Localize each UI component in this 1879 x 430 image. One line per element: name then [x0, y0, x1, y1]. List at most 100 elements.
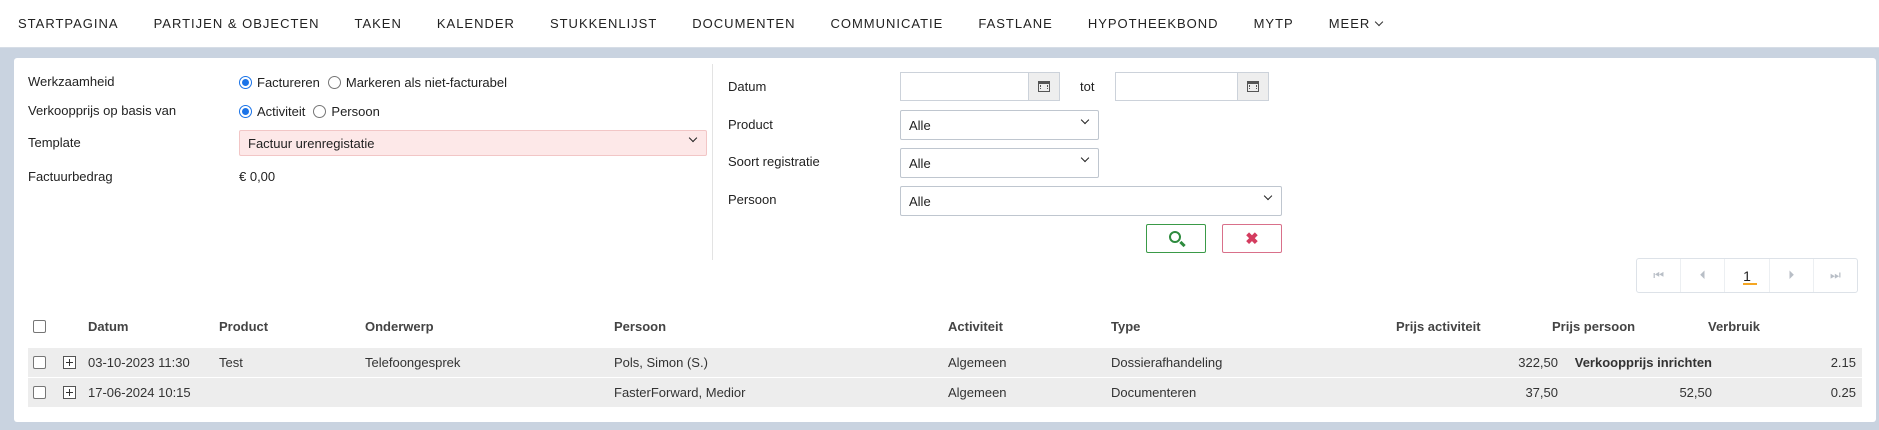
header-datum[interactable]: Datum [88, 308, 128, 344]
close-icon: ✖ [1245, 230, 1259, 248]
radio-factureren[interactable] [239, 76, 252, 89]
datum-from-calendar-button[interactable] [1028, 73, 1059, 100]
cell-product: Test [219, 355, 243, 370]
row-select-cell [33, 378, 46, 407]
persoon-select[interactable]: Alle [900, 186, 1282, 216]
calendar-icon [1038, 81, 1050, 92]
calendar-icon [1247, 81, 1259, 92]
nav-kalender[interactable]: KALENDER [437, 16, 515, 31]
cell-verbruik: 2.15 [1830, 355, 1856, 370]
cell-type: Dossierafhandeling [1111, 355, 1223, 370]
radio-activiteit-label[interactable]: Activiteit [257, 104, 305, 119]
first-page-button[interactable]: ⏮ [1637, 259, 1682, 292]
radio-persoon[interactable] [313, 105, 327, 118]
nav-meer-label: MEER [1328, 16, 1371, 31]
datum-from-field[interactable] [901, 73, 1028, 100]
cell-verbruik: 0.25 [1830, 385, 1856, 400]
chevron-down-icon [688, 133, 698, 143]
persoon-filter-label: Persoon [728, 192, 777, 207]
werkzaamheid-label: Werkzaamheid [28, 74, 115, 89]
header-product[interactable]: Product [219, 308, 268, 344]
nav-stukkenlijst[interactable]: STUKKENLIJST [550, 16, 657, 31]
row-expand-cell [63, 378, 76, 407]
cell-type: Documenteren [1111, 385, 1197, 400]
main-panel: Werkzaamheid Factureren Markeren als nie… [14, 58, 1876, 422]
product-select-value: Alle [909, 117, 931, 133]
top-navigation: STARTPAGINA PARTIJEN & OBJECTEN TAKEN KA… [0, 0, 1879, 48]
table-row[interactable]: 03-10-2023 11:30 Test Telefoongesprek Po… [28, 348, 1862, 378]
pagination: ⏮ ⏴ 1 ⏵ ⏭ [1636, 258, 1858, 293]
row-checkbox[interactable] [33, 386, 46, 399]
product-label: Product [728, 117, 773, 132]
nav-taken[interactable]: TAKEN [354, 16, 401, 31]
soort-registratie-select-value: Alle [909, 155, 931, 171]
datum-label: Datum [728, 79, 767, 94]
radio-niet-facturabel-label[interactable]: Markeren als niet-facturabel [346, 75, 507, 90]
nav-mytp[interactable]: MYTP [1254, 16, 1294, 31]
header-prijs-persoon[interactable]: Prijs persoon [1552, 308, 1635, 344]
datum-to-input[interactable] [1115, 72, 1269, 101]
soort-registratie-label: Soort registratie [728, 154, 820, 169]
header-type[interactable]: Type [1111, 308, 1140, 344]
radio-activiteit[interactable] [239, 105, 252, 118]
last-page-button[interactable]: ⏭ [1814, 259, 1857, 292]
template-select[interactable]: Factuur urenregistatie [239, 130, 707, 156]
nav-fastlane[interactable]: FASTLANE [978, 16, 1052, 31]
factuurbedrag-label: Factuurbedrag [28, 169, 113, 184]
select-all-checkbox[interactable] [33, 319, 46, 333]
template-label: Template [28, 135, 81, 150]
chevron-down-icon [1375, 17, 1384, 26]
radio-factureren-label[interactable]: Factureren [257, 75, 320, 90]
chevron-down-icon [1080, 115, 1090, 125]
nav-documenten[interactable]: DOCUMENTEN [692, 16, 795, 31]
nav-startpagina[interactable]: STARTPAGINA [18, 16, 119, 31]
radio-niet-facturabel[interactable] [327, 76, 341, 89]
table-row[interactable]: 17-06-2024 10:15 FasterForward, Medior A… [28, 378, 1862, 408]
previous-page-button[interactable]: ⏴ [1681, 259, 1726, 292]
cell-prijs-persoon: 52,50 [1679, 385, 1712, 400]
header-onderwerp[interactable]: Onderwerp [365, 308, 434, 344]
current-page[interactable]: 1 [1725, 259, 1770, 292]
expand-icon[interactable] [63, 386, 76, 399]
header-activiteit[interactable]: Activiteit [948, 308, 1003, 344]
nav-communicatie[interactable]: COMMUNICATIE [830, 16, 943, 31]
chevron-down-icon [1263, 191, 1273, 201]
chevron-down-icon [1080, 153, 1090, 163]
search-icon [1168, 231, 1181, 243]
werkzaamheid-radio-group: Factureren Markeren als niet-facturabel [239, 75, 515, 90]
search-button[interactable] [1146, 224, 1206, 253]
cell-persoon: Pols, Simon (S.) [614, 355, 708, 370]
persoon-select-value: Alle [909, 193, 931, 209]
cell-prijs-activiteit: 37,50 [1525, 385, 1558, 400]
product-select[interactable]: Alle [900, 110, 1099, 140]
header-persoon[interactable]: Persoon [614, 308, 666, 344]
datum-to-calendar-button[interactable] [1237, 73, 1268, 100]
row-select-cell [33, 348, 46, 377]
nav-meer[interactable]: MEER [1328, 16, 1384, 31]
cell-activiteit: Algemeen [948, 385, 1007, 400]
radio-persoon-label[interactable]: Persoon [331, 104, 379, 119]
form-divider [712, 64, 713, 260]
header-select-all-cell [33, 308, 46, 344]
cell-prijs-activiteit: 322,50 [1518, 355, 1558, 370]
row-expand-cell [63, 348, 76, 377]
nav-partijen-objecten[interactable]: PARTIJEN & OBJECTEN [154, 16, 320, 31]
expand-icon[interactable] [63, 356, 76, 369]
soort-registratie-select[interactable]: Alle [900, 148, 1099, 178]
header-prijs-activiteit[interactable]: Prijs activiteit [1396, 308, 1481, 344]
next-page-button[interactable]: ⏵ [1770, 259, 1814, 292]
row-checkbox[interactable] [33, 356, 46, 369]
datum-from-input[interactable] [900, 72, 1060, 101]
cell-datum: 17-06-2024 10:15 [88, 385, 191, 400]
datum-to-field[interactable] [1116, 73, 1237, 100]
cell-activiteit: Algemeen [948, 355, 1007, 370]
header-verbruik[interactable]: Verbruik [1708, 308, 1760, 344]
verkoopprijs-radio-group: Activiteit Persoon [239, 104, 388, 119]
clear-filters-button[interactable]: ✖ [1222, 224, 1282, 253]
cell-datum: 03-10-2023 11:30 [88, 355, 190, 370]
verkoopprijs-label: Verkoopprijs op basis van [28, 103, 177, 118]
nav-hypotheekbond[interactable]: HYPOTHEEKBOND [1088, 16, 1219, 31]
table-header: Datum Product Onderwerp Persoon Activite… [28, 308, 1862, 344]
cell-persoon: FasterForward, Medior [614, 385, 746, 400]
cell-prijs-persoon-link[interactable]: Verkoopprijs inrichten [1548, 348, 1712, 377]
